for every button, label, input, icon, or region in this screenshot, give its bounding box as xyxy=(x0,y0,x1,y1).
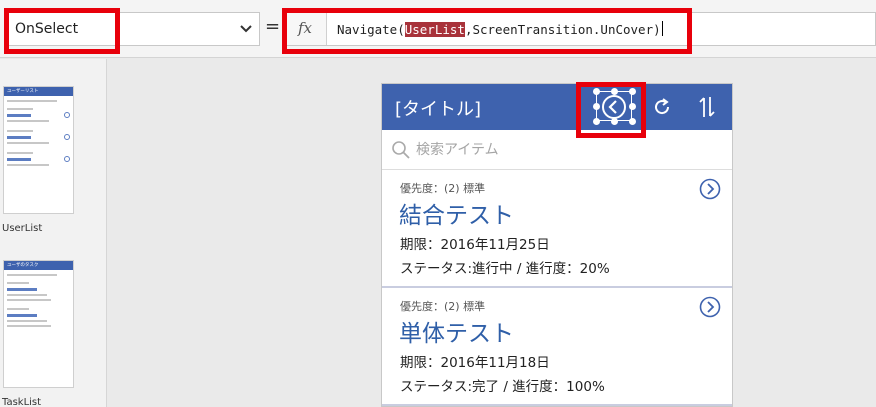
formula-prefix: Navigate( xyxy=(337,22,405,37)
chevron-left-icon xyxy=(608,100,617,114)
item-status: ステータス:完了 / 進行度：100% xyxy=(400,379,605,395)
resize-handle[interactable] xyxy=(593,103,600,110)
app-header: [タイトル] xyxy=(382,84,732,130)
sort-icon[interactable] xyxy=(699,96,715,118)
fx-icon: fx xyxy=(298,19,313,37)
thumbnail-title: ユーザのタスク xyxy=(7,263,39,268)
thumbnail-line xyxy=(7,288,37,291)
thumbnail-line xyxy=(7,282,29,284)
screen-thumbnail-tasklist[interactable]: ユーザのタスク xyxy=(3,260,74,388)
screen-thumbnails-panel: ユーザーリスト UserList ユーザのタスク TaskList xyxy=(0,59,107,407)
screen-thumbnail-userlist[interactable]: ユーザーリスト xyxy=(3,86,74,214)
formula-input[interactable]: fx Navigate(UserList,ScreenTransition.Un… xyxy=(286,12,876,46)
resize-handle[interactable] xyxy=(629,103,636,110)
item-name: 単体テスト xyxy=(399,321,514,347)
chevron-right-circle-icon[interactable] xyxy=(699,296,721,318)
resize-handle[interactable] xyxy=(611,88,618,95)
property-value: OnSelect xyxy=(15,21,79,37)
formula-suffix: ,ScreenTransition.UnCover) xyxy=(464,22,661,37)
resize-handle[interactable] xyxy=(629,118,636,125)
thumbnail-line xyxy=(7,164,49,166)
resize-handle[interactable] xyxy=(629,88,636,95)
thumbnail-line xyxy=(7,274,57,276)
thumbnail-line xyxy=(7,100,57,102)
search-bar xyxy=(382,130,732,170)
thumbnail-line xyxy=(7,299,51,301)
formula-selected-text: UserList xyxy=(404,22,465,37)
thumbnail-chevron-icon xyxy=(64,156,70,162)
thumbnail-line xyxy=(7,314,37,317)
screen-label-tasklist[interactable]: TaskList xyxy=(2,397,41,407)
text-caret xyxy=(661,21,663,36)
thumbnail-line xyxy=(7,325,51,327)
thumbnail-line xyxy=(7,158,31,161)
formula-bar: OnSelect = fx Navigate(UserList,ScreenTr… xyxy=(0,0,876,58)
item-name: 結合テスト xyxy=(399,203,514,229)
thumbnail-line xyxy=(7,114,31,117)
thumbnail-line xyxy=(7,320,47,322)
resize-handle[interactable] xyxy=(593,88,600,95)
chevron-down-icon xyxy=(240,25,252,33)
thumbnail-line xyxy=(7,152,33,154)
thumbnail-header: ユーザーリスト xyxy=(4,87,73,96)
thumbnail-line xyxy=(7,142,49,144)
list-item[interactable]: 優先度：(2) 標準 結合テスト 期限：2016年11月25日 ステータス:進行… xyxy=(382,172,732,288)
resize-handle[interactable] xyxy=(611,118,618,125)
thumbnail-line xyxy=(7,308,29,310)
item-status: ステータス:進行中 / 進行度：20% xyxy=(400,261,610,277)
fx-button[interactable]: fx xyxy=(287,13,327,45)
thumbnail-line xyxy=(7,120,49,122)
back-icon-button[interactable] xyxy=(593,88,636,125)
search-icon xyxy=(392,141,410,159)
resize-handle[interactable] xyxy=(593,118,600,125)
search-input[interactable] xyxy=(416,138,716,162)
equals-sign: = xyxy=(265,16,281,37)
thumbnail-chevron-icon xyxy=(64,134,70,140)
thumbnail-line xyxy=(7,136,31,139)
item-due-date: 期限：2016年11月18日 xyxy=(400,355,550,371)
formula-text[interactable]: Navigate(UserList,ScreenTransition.UnCov… xyxy=(337,21,663,37)
list-item[interactable]: 優先度：(2) 標準 単体テスト 期限：2016年11月18日 ステータス:完了… xyxy=(382,290,732,406)
property-dropdown[interactable]: OnSelect xyxy=(6,12,260,46)
thumbnail-line xyxy=(7,130,33,132)
thumbnail-line xyxy=(7,108,33,110)
thumbnail-title: ユーザーリスト xyxy=(7,89,39,94)
screen-label-userlist[interactable]: UserList xyxy=(2,223,42,234)
chevron-right-circle-icon[interactable] xyxy=(699,178,721,200)
app-title: [タイトル] xyxy=(395,99,482,120)
back-icon xyxy=(602,95,626,119)
thumbnail-header: ユーザのタスク xyxy=(4,261,73,270)
thumbnail-chevron-icon xyxy=(64,112,70,118)
item-due-date: 期限：2016年11月25日 xyxy=(400,237,550,253)
item-priority: 優先度：(2) 標準 xyxy=(400,182,486,195)
app-screen: [タイトル] 検索アイテム 優先度：(2) 標準 結合テスト 期限：2016年1… xyxy=(381,83,733,407)
thumbnail-line xyxy=(7,294,47,296)
item-priority: 優先度：(2) 標準 xyxy=(400,300,486,313)
refresh-icon[interactable] xyxy=(652,97,672,117)
